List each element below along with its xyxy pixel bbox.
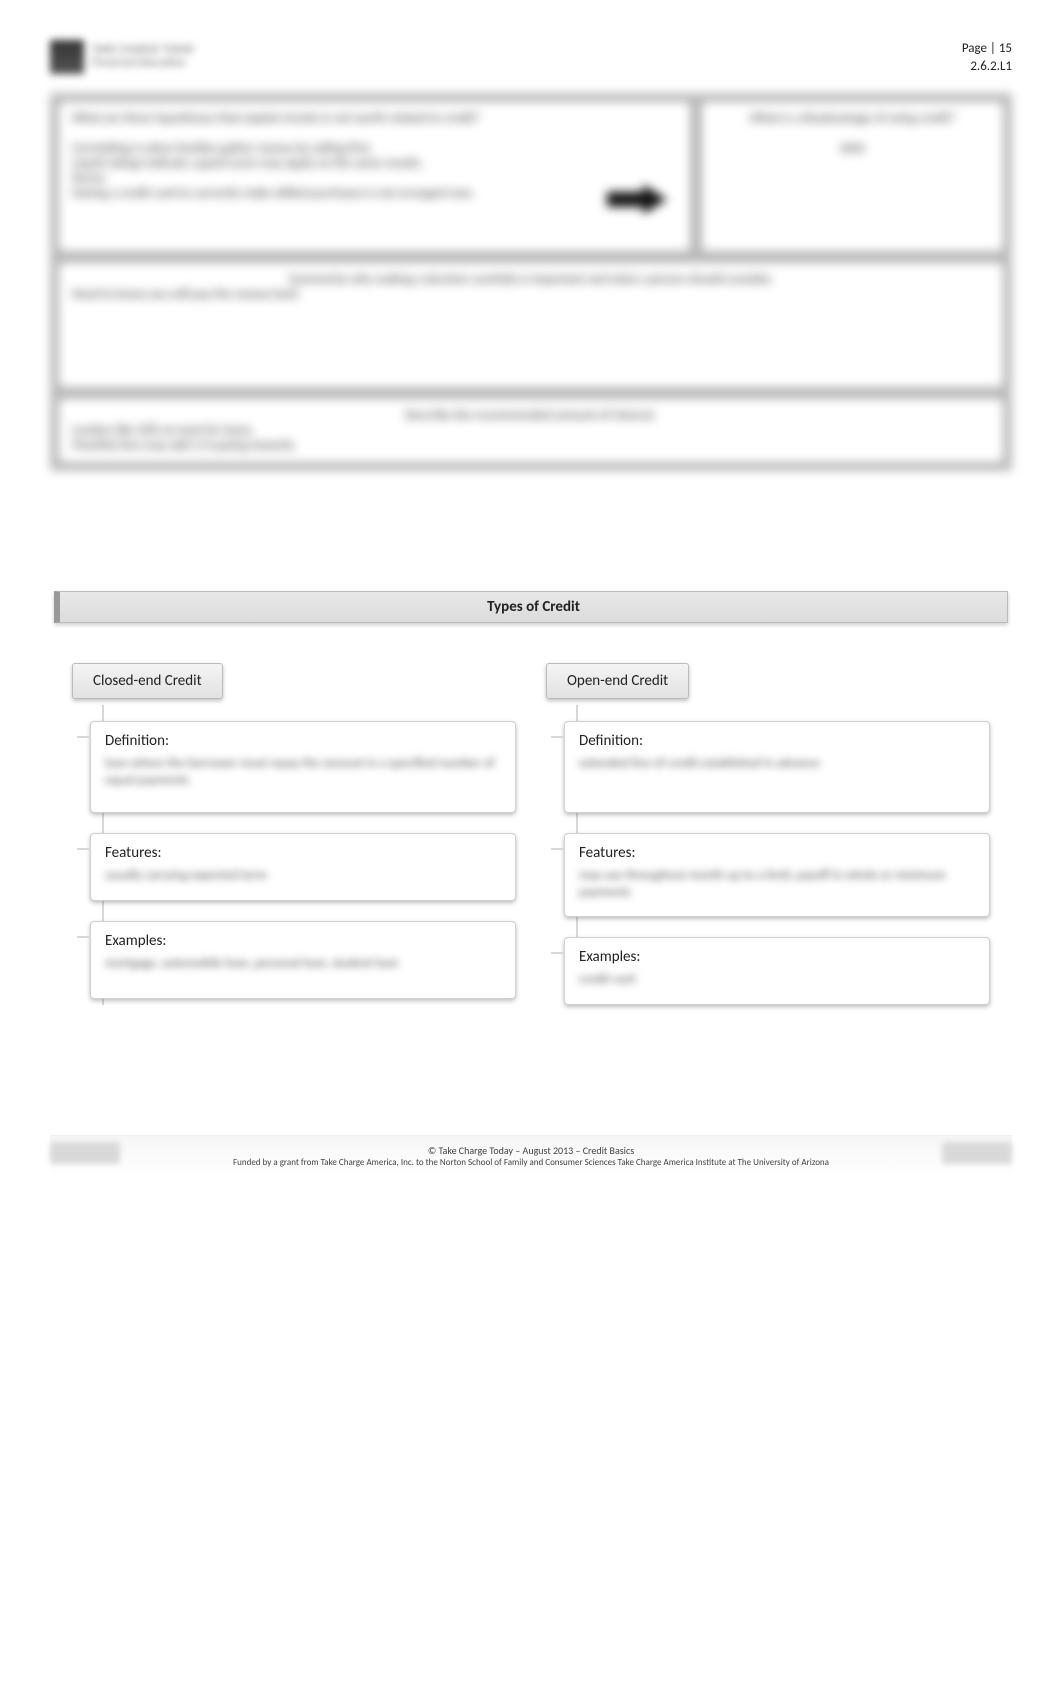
types-columns: Closed-end Credit Definition: loan where… (54, 663, 1008, 1025)
top-frame: What are three hypotheses that explain t… (50, 93, 1012, 471)
footer-logo-left-icon (50, 1142, 120, 1164)
page-meta: Page | 15 2.6.2.L1 (962, 40, 1012, 75)
summary-body: Need to know you will pay the money back (72, 287, 990, 302)
types-title: Types of Credit (54, 591, 1008, 623)
card-title: Definition: (105, 732, 501, 750)
page-footer: © Take Charge Today – August 2013 – Cred… (50, 1135, 1012, 1176)
summary-panel: Summarize why making a decision carefull… (56, 260, 1006, 390)
card-title: Examples: (579, 948, 975, 966)
closed-features-card: Features: usually carrying expected term (90, 833, 516, 901)
closed-end-column: Closed-end Credit Definition: loan where… (72, 663, 516, 1025)
open-examples-card: Examples: credit card (564, 937, 990, 1005)
interest-body: Lenders like 20% at most for loans. Mont… (72, 423, 990, 453)
open-definition-card: Definition: extended line of credit esta… (564, 721, 990, 813)
footer-logo-right-icon (942, 1142, 1012, 1164)
logo-icon (50, 40, 84, 74)
card-body: credit card (579, 972, 975, 990)
brand-logo: TAKE CHARGE TODAY Financial Education (50, 40, 195, 74)
card-title: Features: (105, 844, 501, 862)
open-end-label: Open-end Credit (546, 663, 689, 699)
card-body: may use throughout month up to a limit; … (579, 868, 975, 902)
card-title: Definition: (579, 732, 975, 750)
closed-examples-card: Examples: mortgage, automobile loan, per… (90, 921, 516, 999)
card-title: Features: (579, 844, 975, 862)
logo-text: TAKE CHARGE TODAY Financial Education (92, 44, 195, 70)
page-code: 2.6.2.L1 (962, 58, 1012, 76)
footer-copyright: © Take Charge Today – August 2013 – Cred… (140, 1144, 922, 1157)
footer-funding: Funded by a grant from Take Charge Ameri… (140, 1157, 922, 1168)
open-end-column: Open-end Credit Definition: extended lin… (546, 663, 990, 1025)
card-body: usually carrying expected term (105, 868, 501, 886)
disadvantage-body: debt (715, 141, 990, 156)
interest-panel: Describe the recommended amount of inter… (56, 396, 1006, 465)
disadvantage-panel: What is a disadvantage of using credit? … (699, 99, 1006, 254)
summary-title: Summarize why making a decision carefull… (72, 272, 990, 287)
worksheet-page: TAKE CHARGE TODAY Financial Education Pa… (0, 0, 1062, 1196)
top-row: What are three hypotheses that explain t… (56, 99, 1006, 254)
logo-subtitle: Financial Education (92, 57, 195, 70)
page-header: TAKE CHARGE TODAY Financial Education Pa… (50, 40, 1012, 75)
closed-end-label: Closed-end Credit (72, 663, 223, 699)
hypotheses-panel: What are three hypotheses that explain t… (56, 99, 693, 254)
card-body: extended line of credit established in a… (579, 756, 975, 798)
disadvantage-title: What is a disadvantage of using credit? (715, 111, 990, 126)
card-title: Examples: (105, 932, 501, 950)
closed-definition-card: Definition: loan where the borrower must… (90, 721, 516, 813)
types-section: Types of Credit Closed-end Credit Defini… (54, 591, 1008, 1025)
hypotheses-text: What are three hypotheses that explain t… (72, 111, 677, 201)
page-number: Page | 15 (962, 40, 1012, 58)
interest-title: Describe the recommended amount of inter… (72, 408, 990, 423)
open-features-card: Features: may use throughout month up to… (564, 833, 990, 917)
card-body: mortgage, automobile loan, personal loan… (105, 956, 501, 984)
card-body: loan where the borrower must repay the a… (105, 756, 501, 798)
